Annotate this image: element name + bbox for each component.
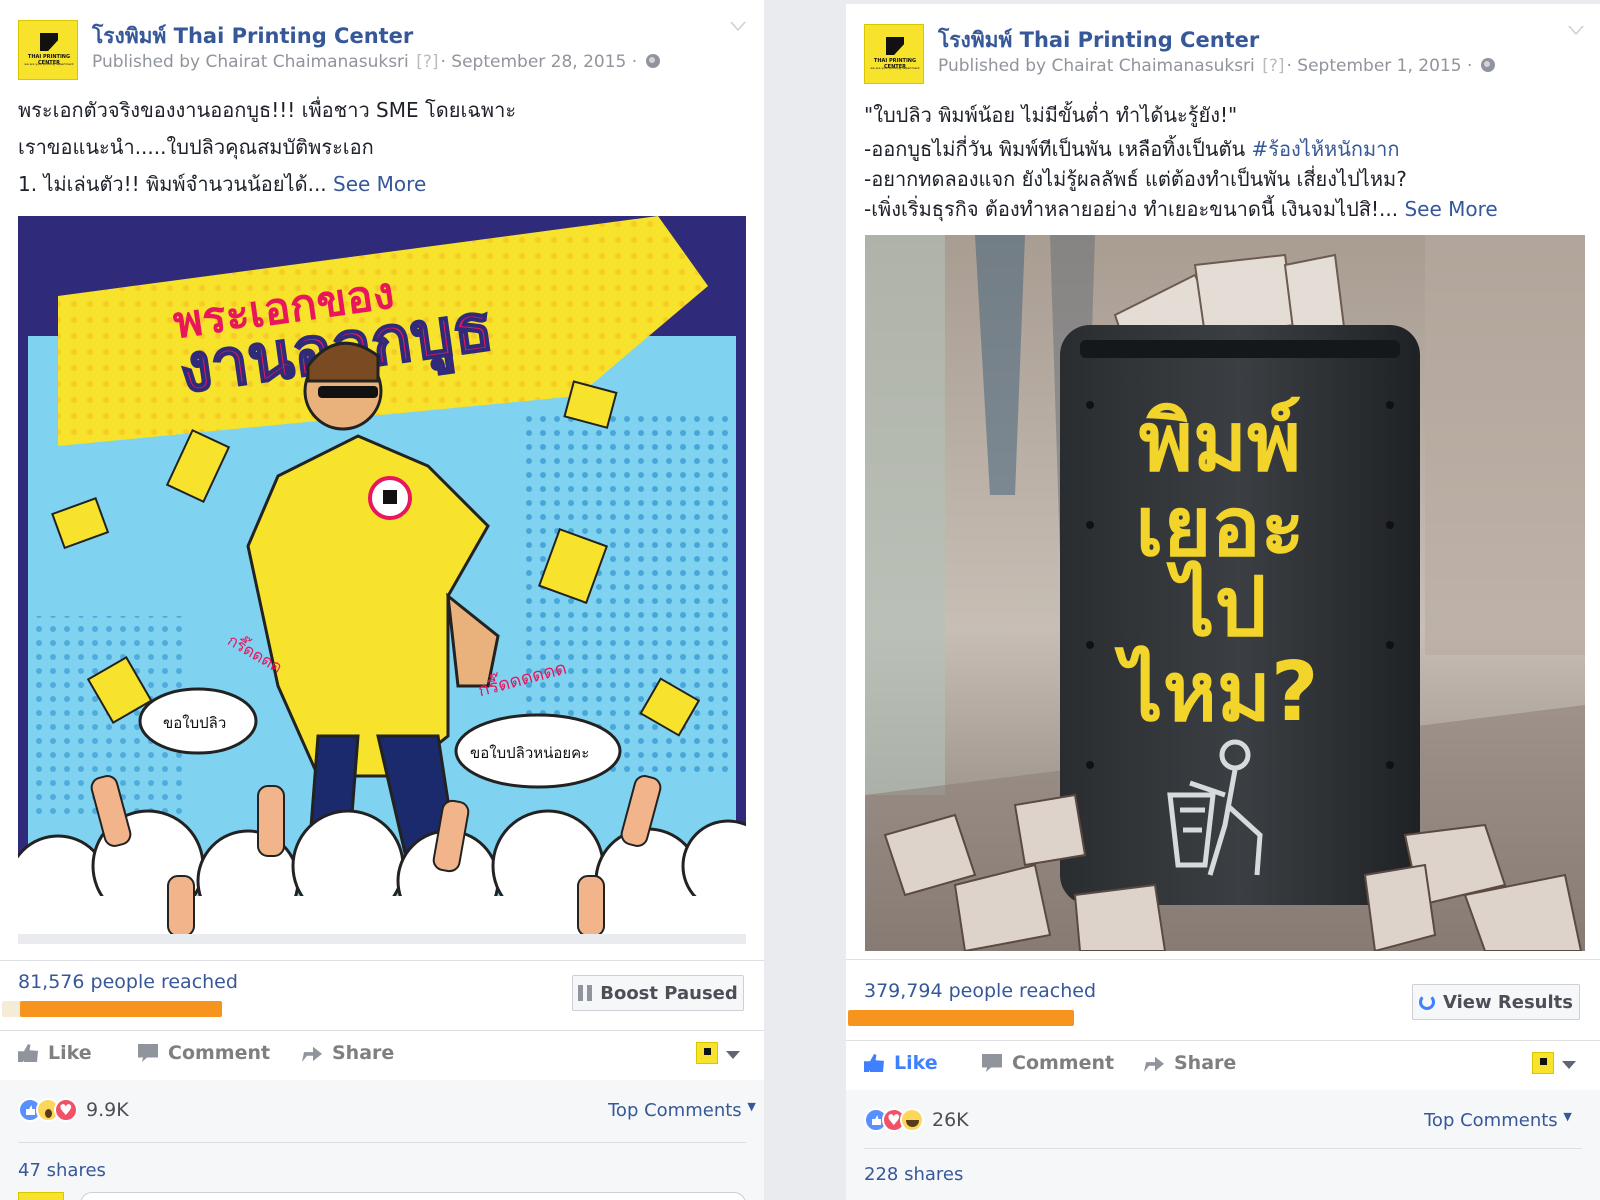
reactions-summary[interactable]: 26K (864, 1108, 969, 1132)
help-link[interactable]: [?] (1262, 56, 1284, 76)
post-options-chevron-icon[interactable] (730, 22, 746, 31)
post-header: THAI PRINTING CENTER we are your printin… (846, 4, 1600, 94)
haha-reaction-icon (900, 1108, 924, 1132)
post-date[interactable]: September 1, 2015 (1297, 56, 1461, 76)
slogan-line-3: ไป (1165, 560, 1266, 655)
comment-input[interactable] (80, 1192, 746, 1200)
divider (18, 1142, 746, 1143)
divider (846, 959, 1600, 960)
post-options-chevron-icon[interactable] (1568, 26, 1584, 35)
post-header: THAI PRINTING CENTER we are your printin… (0, 0, 764, 90)
page-avatar[interactable]: THAI PRINTING CENTER we are your printin… (864, 24, 924, 84)
post-actions: Like Comment Share (846, 1042, 1600, 1088)
love-reaction-icon (54, 1098, 78, 1122)
comment-icon (138, 1044, 158, 1062)
help-link[interactable]: [?] (416, 52, 438, 72)
printer-logo-icon (886, 37, 904, 55)
post-actions: Like Comment Share (0, 1032, 764, 1078)
share-button[interactable]: Share (302, 1042, 394, 1064)
divider (0, 960, 764, 961)
published-by: Published by Chairat Chaimanasuksri (938, 56, 1255, 76)
post-image[interactable]: พระเอกของ งานออกบูธ ขอใบปลิว ขอใบปลิวหน่… (18, 216, 746, 944)
bubble-left: ขอใบปลิว (163, 714, 226, 732)
thumbs-up-icon (864, 1054, 884, 1072)
see-more-link[interactable]: See More (1404, 197, 1497, 221)
feedback-area: 26K Top Comments ▼ 228 shares (846, 1090, 1600, 1200)
trash-bin-photo: พิมพ์ เยอะ ไป ไหม? (865, 235, 1585, 951)
chevron-down-icon[interactable] (1562, 1061, 1576, 1069)
page-identity-icon[interactable] (696, 1042, 718, 1064)
page-identity-icon[interactable] (1532, 1052, 1554, 1074)
see-more-link[interactable]: See More (333, 172, 426, 196)
page-avatar[interactable]: THAI PRINTING CENTER we are your printin… (18, 20, 78, 80)
chevron-down-icon[interactable] (726, 1051, 740, 1059)
post-text-line: 1. ไม่เล่นตัว!! พิมพ์จำนวนน้อยได้... See… (18, 172, 427, 196)
globe-icon (645, 54, 660, 68)
thumbs-up-icon (18, 1044, 38, 1062)
slogan-line-1: พิมพ์ (1139, 395, 1301, 490)
pause-icon (578, 985, 593, 1001)
post-card: THAI PRINTING CENTER we are your printin… (0, 0, 764, 1200)
post-text-line: "ใบปลิว พิมพ์น้อย ไม่มีขั้นต่ำ ทำได้นะรู… (864, 103, 1238, 127)
reaction-count: 26K (932, 1109, 969, 1131)
reach-count[interactable]: 379,794 people reached (864, 980, 1096, 1002)
page-name-link[interactable]: โรงพิมพ์ Thai Printing Center (92, 20, 413, 53)
share-icon (302, 1046, 322, 1062)
post-byline: Published by Chairat Chaimanasuksri [?] ·… (92, 52, 660, 72)
share-button[interactable]: Share (1144, 1052, 1236, 1074)
page-name-link[interactable]: โรงพิมพ์ Thai Printing Center (938, 24, 1259, 57)
published-by: Published by Chairat Chaimanasuksri (92, 52, 409, 72)
boost-paused-button[interactable]: Boost Paused (572, 975, 744, 1011)
post-text-line: พระเอกตัวจริงของงานออกบูธ!!! เพื่อชาว SM… (18, 98, 517, 122)
slogan-line-4: ไหม? (1114, 645, 1319, 740)
reach-bar-fill (19, 1001, 222, 1017)
share-icon (1144, 1056, 1164, 1072)
divider (0, 1030, 764, 1031)
top-comments-dropdown[interactable]: Top Comments ▼ (1424, 1110, 1572, 1131)
refresh-icon (1419, 994, 1435, 1010)
divider (846, 1040, 1600, 1041)
post-text-line: -ออกบูธไม่กี่วัน พิมพ์ทีเป็นพัน เหลือทิ้… (864, 137, 1400, 161)
like-button[interactable]: Like (864, 1052, 938, 1074)
post-text-line: เราขอแนะนำ.....ใบปลิวคุณสมบัติพระเอก (18, 135, 374, 159)
shares-link[interactable]: 47 shares (18, 1160, 106, 1181)
post-text-line: -อยากทดลองแจก ยังไม่รู้ผลลัพธ์ แต่ต้องทำ… (864, 167, 1407, 191)
comment-icon (982, 1054, 1002, 1072)
reaction-count: 9.9K (86, 1099, 129, 1121)
reach-bar-fill (848, 1010, 1074, 1026)
reach-bar (2, 1001, 222, 1017)
post-text-line: -เพิ่งเริ่มธุรกิจ ต้องทำหลายอย่าง ทำเยอะ… (864, 197, 1498, 221)
reach-count[interactable]: 81,576 people reached (18, 971, 238, 993)
feedback-area: 9.9K Top Comments ▼ 47 shares (0, 1080, 764, 1200)
hashtag-link[interactable]: #ร้องไห้หนักมาก (1251, 137, 1399, 161)
top-comments-dropdown[interactable]: Top Comments ▼ (608, 1100, 756, 1121)
post-image[interactable]: พิมพ์ เยอะ ไป ไหม? (865, 235, 1585, 951)
like-button[interactable]: Like (18, 1042, 92, 1064)
divider (864, 1148, 1582, 1149)
reach-bar (848, 1010, 1074, 1026)
comment-button[interactable]: Comment (138, 1042, 270, 1064)
comic-illustration: พระเอกของ งานออกบูธ ขอใบปลิว ขอใบปลิวหน่… (18, 216, 746, 944)
bubble-right: ขอใบปลิวหน่อยคะ (470, 744, 589, 762)
commenter-avatar (18, 1192, 64, 1200)
view-results-button[interactable]: View Results (1412, 984, 1580, 1020)
post-date[interactable]: September 28, 2015 (451, 52, 626, 72)
reactions-summary[interactable]: 9.9K (18, 1098, 129, 1122)
comment-button[interactable]: Comment (982, 1052, 1114, 1074)
post-card: THAI PRINTING CENTER we are your printin… (846, 4, 1600, 1200)
shares-link[interactable]: 228 shares (864, 1164, 963, 1185)
printer-logo-icon (40, 33, 58, 51)
post-byline: Published by Chairat Chaimanasuksri [?] ·… (938, 56, 1495, 76)
globe-icon (1480, 58, 1495, 72)
